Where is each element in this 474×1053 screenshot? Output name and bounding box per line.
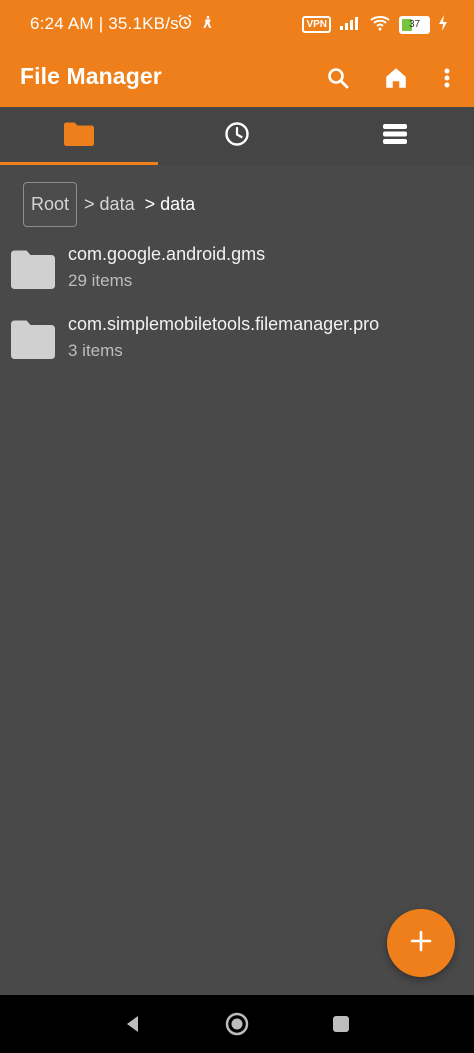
folder-icon [10,320,56,360]
breadcrumb-item-current[interactable]: > data [145,194,196,215]
battery-icon: 37 [399,15,430,34]
file-manager-screen: 6:24 AM | 35.1KB/s VPN 37 File Manager R… [0,0,474,1053]
storage-icon [382,123,408,150]
back-button[interactable] [118,1009,148,1039]
search-icon[interactable] [322,62,354,94]
person-icon [200,13,216,36]
folder-icon [10,250,56,290]
status-bar: 6:24 AM | 35.1KB/s VPN 37 [0,0,474,50]
folder-name: com.simplemobiletools.filemanager.pro [68,314,380,334]
item-count: 29 items [68,271,133,290]
clock-icon [224,121,250,152]
wifi-icon [369,15,391,34]
folder-icon [63,122,95,151]
status-time-speed: 6:24 AM | 35.1KB/s [30,14,179,33]
breadcrumb: Root > data > data [23,180,205,228]
home-icon[interactable] [380,62,412,94]
breadcrumb-item-data[interactable]: > data [84,194,135,215]
list-item[interactable]: com.simplemobiletools.filemanager.pro 3 … [0,308,474,378]
active-tab-indicator [0,162,158,165]
signal-icon [339,15,361,34]
more-vert-icon[interactable] [431,62,463,94]
tab-storage[interactable] [316,107,474,165]
top-app-bar: File Manager [0,50,474,107]
file-list: com.google.android.gms 29 items com.simp… [0,238,474,378]
list-item[interactable]: com.google.android.gms 29 items [0,238,474,308]
tab-bar [0,107,474,165]
plus-icon [409,929,433,958]
tab-recents[interactable] [158,107,316,165]
add-fab-button[interactable] [387,909,455,977]
tab-files[interactable] [0,107,158,165]
item-count: 3 items [68,341,123,360]
system-navigation-bar [0,995,474,1053]
charging-icon [438,15,448,34]
status-left-icons [176,13,216,36]
breadcrumb-root[interactable]: Root [23,181,78,227]
battery-level: 37 [408,18,421,30]
status-right-icons: VPN 37 [302,15,448,34]
recents-button[interactable] [326,1009,356,1039]
alarm-icon [176,13,194,36]
folder-name: com.google.android.gms [68,244,266,264]
app-title: File Manager [20,63,162,89]
home-button[interactable] [222,1009,252,1039]
vpn-badge: VPN [302,16,331,33]
